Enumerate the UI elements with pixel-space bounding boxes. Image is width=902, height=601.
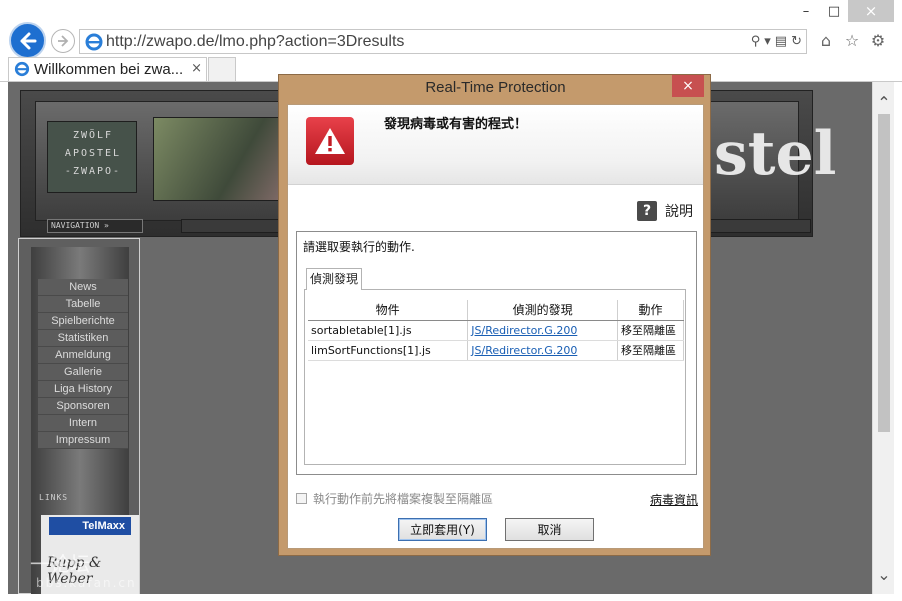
navigation-label: NAVIGATION » bbox=[47, 219, 143, 233]
banner-photo bbox=[153, 117, 293, 201]
browser-tools: ⌂ ☆ ⚙ bbox=[816, 30, 888, 50]
instruction-text: 請選取要執行的動作. bbox=[303, 240, 415, 254]
chevron-down-icon[interactable]: ⌄ bbox=[873, 564, 895, 584]
row-object: sortabletable[1].js bbox=[308, 320, 469, 341]
menu-item-intern[interactable]: Intern bbox=[38, 415, 128, 432]
logo-line2: APOSTEL bbox=[64, 148, 122, 159]
column-header-detection[interactable]: 偵測的發現 bbox=[467, 300, 619, 321]
url-text[interactable]: http://zwapo.de/lmo.php?action=3Dresults bbox=[106, 33, 404, 51]
column-header-action[interactable]: 動作 bbox=[617, 300, 684, 321]
copy-to-quarantine-checkbox[interactable] bbox=[296, 493, 307, 504]
gear-icon[interactable]: ⚙ bbox=[868, 30, 888, 50]
chevron-up-icon[interactable]: ⌃ bbox=[873, 92, 895, 112]
row-detection-link[interactable]: JS/Redirector.G.200 bbox=[467, 340, 619, 361]
browser-tab[interactable]: Willkommen bei zwa... × bbox=[8, 57, 207, 81]
warning-message: 發現病毒或有害的程式！ bbox=[384, 117, 528, 132]
help-label: 說明 bbox=[665, 204, 693, 220]
refresh-icon[interactable]: ↻ bbox=[791, 34, 802, 49]
site-menu: News Tabelle Spielberichte Statistiken A… bbox=[38, 279, 128, 449]
dropdown-icon[interactable]: ▾ bbox=[764, 34, 771, 49]
table-row[interactable]: sortabletable[1].js JS/Redirector.G.200 … bbox=[308, 320, 684, 341]
detections-table: 物件 偵測的發現 動作 sortabletable[1].js JS/Redir… bbox=[308, 300, 684, 361]
checkbox-label: 執行動作前先將檔案複製至隔離區 bbox=[313, 492, 494, 506]
menu-item-gallerie[interactable]: Gallerie bbox=[38, 364, 128, 381]
search-icon[interactable]: ⚲ bbox=[751, 34, 761, 49]
dialog-close-button[interactable]: × bbox=[672, 75, 704, 97]
dialog-title: Real-Time Protection bbox=[425, 79, 566, 96]
menu-item-liga-history[interactable]: Liga History bbox=[38, 381, 128, 398]
table-header-row: 物件 偵測的發現 動作 bbox=[308, 300, 684, 321]
site-logo[interactable]: ZWÖLF APOSTEL -ZWAPO- bbox=[47, 121, 137, 193]
dialog-body: 發現病毒或有害的程式！ ? 說明 請選取要執行的動作. 偵測發現 物件 偵測的發… bbox=[287, 104, 704, 549]
site-sidebar: News Tabelle Spielberichte Statistiken A… bbox=[18, 238, 140, 594]
links-label: LINKS bbox=[39, 493, 69, 502]
question-icon: ? bbox=[637, 201, 657, 221]
window-controls: – □ × bbox=[792, 0, 894, 22]
logo-line3: -ZWAPO- bbox=[64, 166, 122, 177]
tab-title: Willkommen bei zwa... bbox=[34, 61, 184, 78]
detections-panel: 物件 偵測的發現 動作 sortabletable[1].js JS/Redir… bbox=[304, 289, 686, 465]
address-tools: ⚲ ▾ ▤ ↻ bbox=[751, 34, 802, 49]
warning-icon bbox=[306, 117, 354, 165]
menu-item-impressum[interactable]: Impressum bbox=[38, 432, 128, 449]
dialog-header: 發現病毒或有害的程式！ bbox=[288, 105, 703, 185]
scroll-thumb[interactable] bbox=[878, 114, 890, 432]
new-tab-button[interactable] bbox=[208, 57, 236, 81]
tab-detections[interactable]: 偵測發現 bbox=[306, 268, 362, 290]
watermark-text: 一论坛 bbox=[30, 552, 90, 576]
close-window-button[interactable]: × bbox=[848, 0, 894, 22]
row-object: limSortFunctions[1].js bbox=[308, 340, 469, 361]
forward-button[interactable] bbox=[51, 29, 75, 53]
menu-item-anmeldung[interactable]: Anmeldung bbox=[38, 347, 128, 364]
home-icon[interactable]: ⌂ bbox=[816, 30, 836, 50]
page-scrollbar[interactable]: ⌃ ⌄ bbox=[872, 82, 894, 594]
table-row[interactable]: limSortFunctions[1].js JS/Redirector.G.2… bbox=[308, 340, 684, 361]
maximize-button[interactable]: □ bbox=[820, 0, 848, 22]
watermark-url: bbs.kafan.cn bbox=[36, 576, 137, 590]
copy-to-quarantine-option[interactable]: 執行動作前先將檔案複製至隔離區 bbox=[296, 490, 493, 507]
menu-item-tabelle[interactable]: Tabelle bbox=[38, 296, 128, 313]
menu-item-news[interactable]: News bbox=[38, 279, 128, 296]
action-group: 請選取要執行的動作. 偵測發現 物件 偵測的發現 動作 sortabletabl… bbox=[296, 231, 697, 475]
minimize-button[interactable]: – bbox=[792, 0, 820, 22]
row-action-select[interactable]: 移至隔離區 bbox=[617, 320, 684, 341]
arrow-right-icon bbox=[58, 35, 69, 47]
menu-item-spielberichte[interactable]: Spielberichte bbox=[38, 313, 128, 330]
logo-line1: ZWÖLF bbox=[72, 130, 114, 141]
tab-close-icon[interactable]: × bbox=[191, 61, 202, 76]
column-header-object[interactable]: 物件 bbox=[308, 300, 469, 321]
row-action-select[interactable]: 移至隔離區 bbox=[617, 340, 684, 361]
menu-item-sponsoren[interactable]: Sponsoren bbox=[38, 398, 128, 415]
apply-now-button[interactable]: 立即套用(Y) bbox=[398, 518, 487, 541]
ie-tab-icon bbox=[14, 61, 30, 77]
menu-item-statistiken[interactable]: Statistiken bbox=[38, 330, 128, 347]
address-bar[interactable]: http://zwapo.de/lmo.php?action=3Dresults… bbox=[79, 29, 807, 54]
banner-title-text: stel bbox=[714, 119, 837, 189]
arrow-left-icon bbox=[20, 32, 36, 49]
virus-info-link[interactable]: 病毒資訊 bbox=[650, 491, 698, 508]
sponsor-brand: TelMaxx bbox=[49, 517, 131, 535]
favorites-star-icon[interactable]: ☆ bbox=[842, 30, 862, 50]
compatibility-icon[interactable]: ▤ bbox=[775, 34, 787, 49]
help-link[interactable]: ? 說明 bbox=[637, 201, 693, 221]
real-time-protection-dialog: Real-Time Protection × 發現病毒或有害的程式！ ? 說明 … bbox=[278, 74, 711, 556]
cancel-button[interactable]: 取消 bbox=[505, 518, 594, 541]
row-detection-link[interactable]: JS/Redirector.G.200 bbox=[467, 320, 619, 341]
back-button[interactable] bbox=[9, 22, 46, 59]
browser-chrome: – □ × http://zwapo.de/lmo.php?action=3Dr… bbox=[0, 0, 902, 82]
ie-logo-icon bbox=[85, 33, 103, 51]
